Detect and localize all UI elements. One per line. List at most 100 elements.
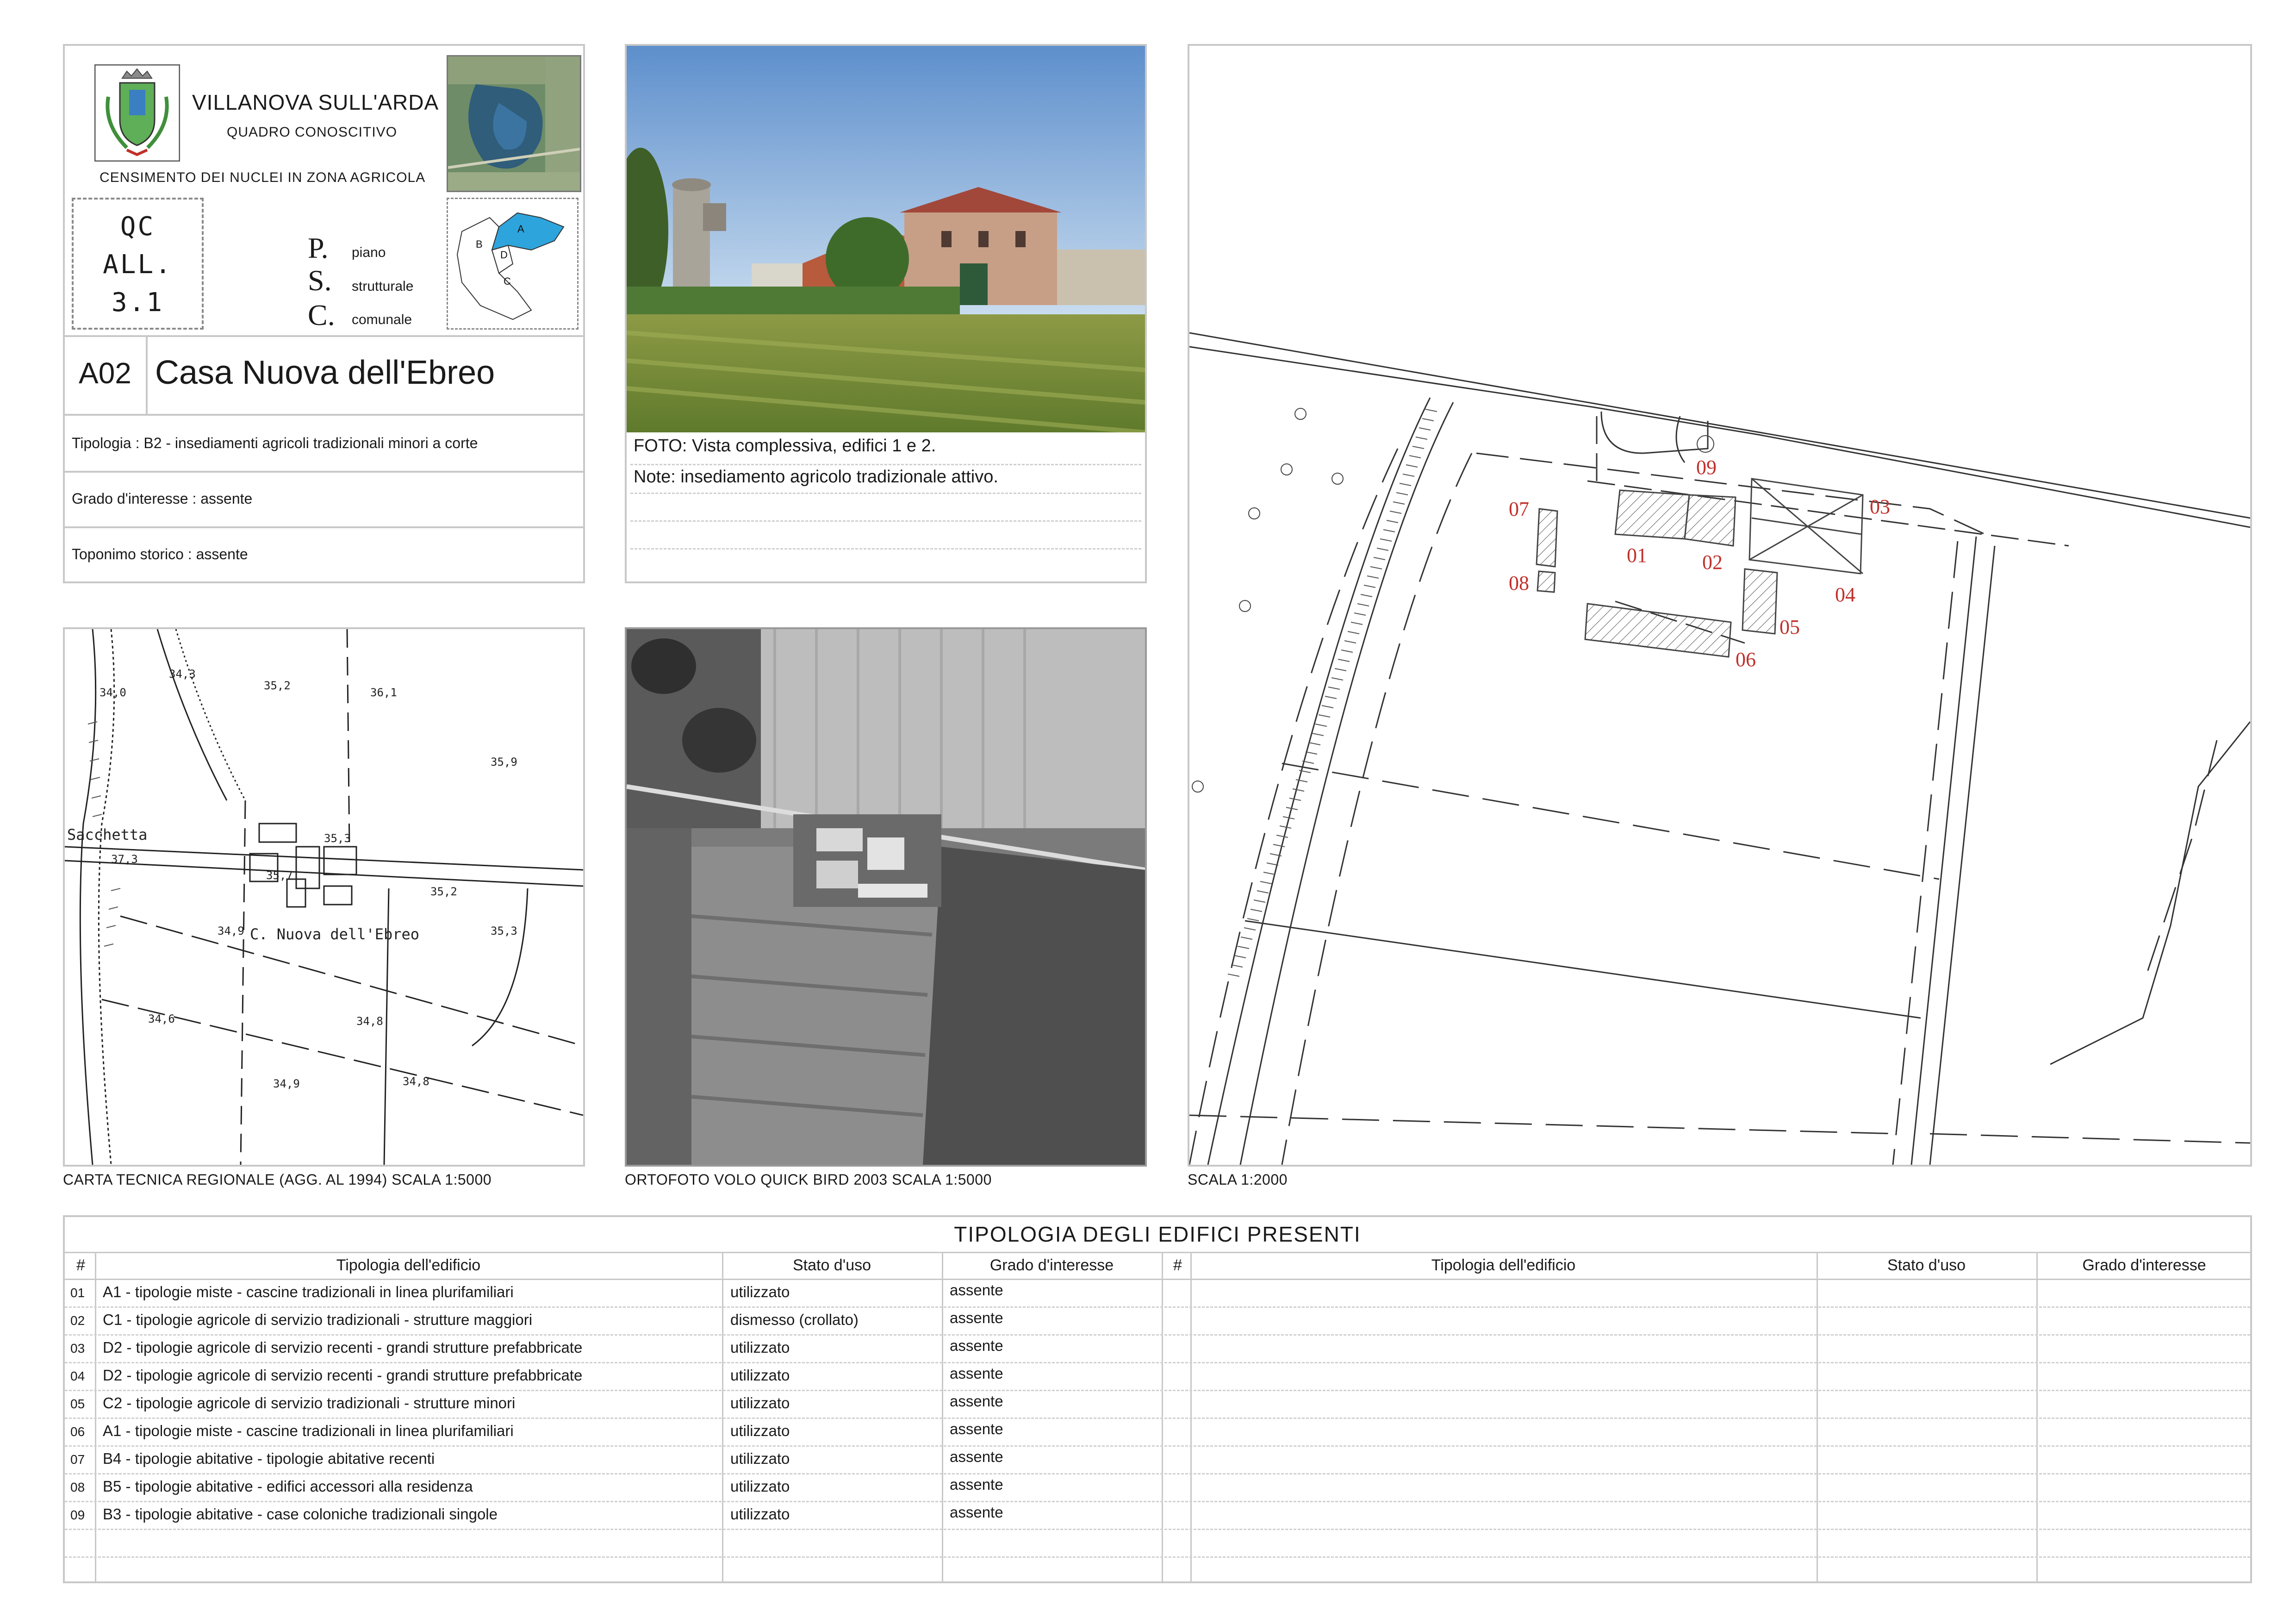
row-01-grade: assente — [950, 1281, 1003, 1299]
interest-row: Grado d'interesse : assente — [72, 490, 253, 507]
ctr-elev-8: 35,2 — [430, 885, 457, 898]
row-07-num: 07 — [70, 1452, 85, 1467]
plan-label-03: 03 — [1870, 495, 1890, 518]
psc-word-comunale: comunale — [352, 312, 412, 327]
photo-note: Note: insediamento agricolo tradizionale… — [634, 467, 998, 487]
row-06-num: 06 — [70, 1424, 85, 1439]
zone-b-label: B — [476, 238, 483, 250]
row-06-status: utilizzato — [730, 1422, 790, 1439]
qc-line-3: 3.1 — [111, 287, 164, 318]
qc-line-1: QC — [120, 212, 156, 242]
plan-label-07: 07 — [1509, 498, 1529, 520]
zone-c-label: C — [504, 275, 511, 287]
psc-letter-c: C. — [308, 299, 335, 331]
row-08-grade: assente — [950, 1476, 1003, 1493]
row-07-grade: assente — [950, 1448, 1003, 1465]
row-08-type: B5 - tipologie abitative - edifici acces… — [103, 1478, 473, 1495]
row-07-status: utilizzato — [730, 1450, 790, 1467]
site-code: A02 — [79, 356, 131, 390]
table-title: TIPOLOGIA DEGLI EDIFICI PRESENTI — [954, 1222, 1361, 1246]
ctr-elev-7: 35,3 — [324, 832, 351, 845]
plan-label-06: 06 — [1736, 648, 1756, 671]
ctr-elev-13: 34,9 — [273, 1077, 300, 1090]
row-09-status: utilizzato — [730, 1505, 790, 1523]
row-03-status: utilizzato — [730, 1339, 790, 1356]
row-09-grade: assente — [950, 1504, 1003, 1521]
municipality-name: VILLANOVA SULL'ARDA — [192, 90, 439, 114]
header-num-right: # — [1173, 1256, 1182, 1274]
row-05-num: 05 — [70, 1397, 85, 1411]
row-02-status: dismesso (crollato) — [730, 1311, 859, 1328]
photo-panel: FOTO: Vista complessiva, edifici 1 e 2. … — [625, 44, 1147, 583]
photo-caption: FOTO: Vista complessiva, edifici 1 e 2. — [634, 436, 936, 456]
header-status-right: Stato d'uso — [1887, 1256, 1966, 1274]
row-08-status: utilizzato — [730, 1478, 790, 1495]
row-05-status: utilizzato — [730, 1394, 790, 1412]
ctr-map: 34,3 35,2 36,1 34,0 35,9 35,7 35,3 35,2 … — [64, 629, 584, 1165]
row-04-num: 04 — [70, 1369, 85, 1383]
ctr-elev-14: 34,8 — [403, 1075, 429, 1088]
ctr-elev-5: 35,9 — [491, 756, 517, 768]
plan-label-02: 02 — [1702, 551, 1723, 574]
row-03-num: 03 — [70, 1341, 85, 1355]
header-grade-left: Grado d'interesse — [989, 1256, 1114, 1274]
row-05-grade: assente — [950, 1393, 1003, 1410]
row-09-num: 09 — [70, 1508, 85, 1522]
site-plan-panel: 09 07 01 02 03 08 04 05 06 — [1188, 44, 2252, 1167]
site-name: Casa Nuova dell'Ebreo — [155, 354, 495, 391]
building-typology-table: TIPOLOGIA DEGLI EDIFICI PRESENTI # Tipol… — [63, 1215, 2252, 1583]
row-04-status: utilizzato — [730, 1367, 790, 1384]
plan-label-05: 05 — [1780, 616, 1800, 638]
header-type-right: Tipologia dell'edificio — [1431, 1256, 1576, 1274]
row-02-grade: assente — [950, 1309, 1003, 1326]
ctr-elev-12: 34,8 — [356, 1015, 383, 1028]
header-panel: VILLANOVA SULL'ARDA QUADRO CONOSCITIVO C… — [63, 44, 585, 583]
site-photo — [627, 46, 1145, 432]
psc-letter-s: S. — [308, 264, 332, 297]
ctr-farm-label: C. Nuova dell'Ebreo — [250, 925, 419, 943]
ctr-elev-1: 34,3 — [169, 668, 196, 681]
row-03-type: D2 - tipologie agricole di servizio rece… — [103, 1339, 583, 1356]
typology-row: Tipologia : B2 - insediamenti agricoli t… — [72, 435, 478, 451]
row-06-grade: assente — [950, 1420, 1003, 1437]
ctr-elev-11: 34,6 — [148, 1012, 175, 1025]
plan-label-09: 09 — [1696, 456, 1717, 479]
plan-label-08: 08 — [1509, 572, 1529, 594]
ctr-elev-9: 34,9 — [218, 924, 244, 937]
ctr-elev-2: 35,2 — [264, 679, 291, 692]
row-06-type: A1 - tipologie miste - cascine tradizion… — [103, 1422, 514, 1439]
ctr-place-label: Sacchetta — [67, 826, 147, 843]
orthophoto-caption: ORTOFOTO VOLO QUICK BIRD 2003 SCALA 1:50… — [625, 1171, 992, 1188]
coat-of-arms-logo — [94, 64, 180, 162]
row-07-type: B4 - tipologie abitative - tipologie abi… — [103, 1450, 435, 1467]
zone-a-label: A — [517, 223, 524, 235]
site-plan-caption: SCALA 1:2000 — [1188, 1171, 1288, 1188]
plan-label-04: 04 — [1835, 583, 1855, 606]
ctr-map-caption: CARTA TECNICA REGIONALE (AGG. AL 1994) S… — [63, 1171, 492, 1188]
ctr-map-panel: 34,3 35,2 36,1 34,0 35,9 35,7 35,3 35,2 … — [63, 627, 585, 1167]
header-num-left: # — [76, 1256, 85, 1274]
ctr-elev-3: 36,1 — [370, 686, 397, 699]
ctr-elev-6: 35,7 — [266, 869, 293, 882]
census-title: CENSIMENTO DEI NUCLEI IN ZONA AGRICOLA — [100, 170, 426, 185]
orthophoto — [626, 629, 1145, 1165]
site-plan: 09 07 01 02 03 08 04 05 06 — [1188, 332, 2251, 1165]
ctr-elev-10: 35,3 — [491, 924, 517, 937]
header-status-left: Stato d'uso — [792, 1256, 871, 1274]
psc-letter-p: P. — [308, 231, 329, 264]
orthophoto-panel — [625, 627, 1147, 1167]
zone-locator-map: A B C D — [447, 198, 579, 330]
row-04-grade: assente — [950, 1365, 1003, 1382]
row-01-type: A1 - tipologie miste - cascine tradizion… — [103, 1283, 514, 1300]
row-02-num: 02 — [70, 1313, 85, 1328]
ctr-elev-15: 37,3 — [111, 853, 138, 866]
row-08-num: 08 — [70, 1480, 85, 1494]
psc-word-piano: piano — [352, 245, 386, 260]
row-03-grade: assente — [950, 1337, 1003, 1354]
header-grade-right: Grado d'interesse — [2082, 1256, 2206, 1274]
aerial-thumbnail — [447, 55, 581, 192]
row-01-status: utilizzato — [730, 1283, 790, 1300]
toponym-row: Toponimo storico : assente — [72, 546, 248, 562]
zone-d-label: D — [500, 249, 508, 261]
ctr-elev-4: 34,0 — [100, 686, 126, 699]
